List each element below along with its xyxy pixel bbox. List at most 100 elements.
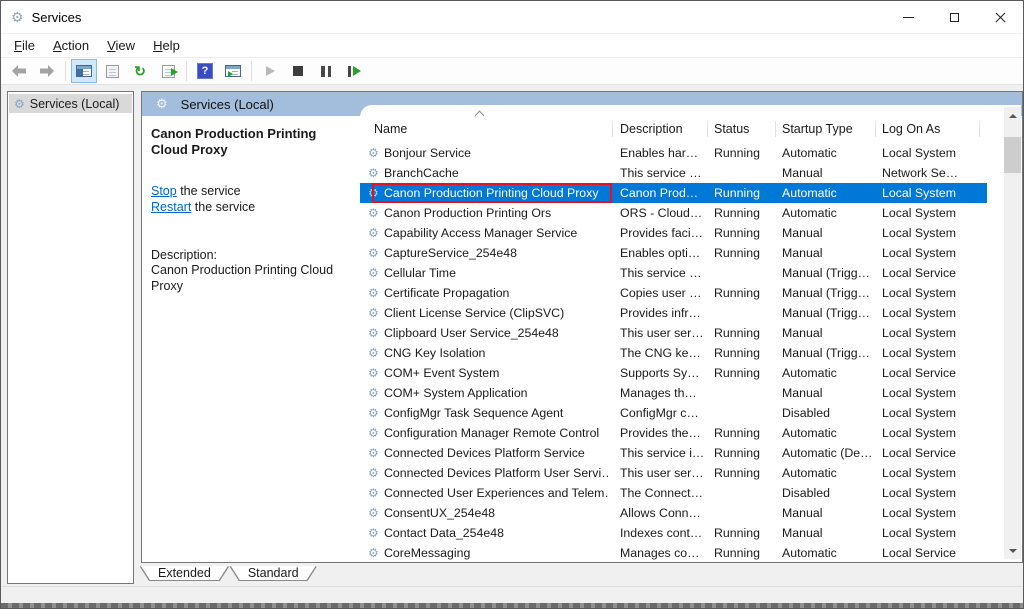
cell-name: Connected User Experiences and Telem…	[384, 483, 610, 503]
cell-status	[714, 263, 776, 283]
table-row[interactable]: ⚙CoreMessagingManages co…RunningAutomati…	[360, 543, 987, 561]
cell-status	[714, 483, 776, 503]
cell-logon: Local System	[882, 203, 985, 223]
cell-status: Running	[714, 183, 776, 203]
stop-service-link[interactable]: Stop	[151, 184, 177, 198]
table-row[interactable]: ⚙Capability Access Manager ServiceProvid…	[360, 223, 987, 243]
table-row[interactable]: ⚙Connected User Experiences and Telem…Th…	[360, 483, 987, 503]
table-row[interactable]: ⚙CNG Key IsolationThe CNG ke…RunningManu…	[360, 343, 987, 363]
table-row[interactable]: ⚙COM+ Event SystemSupports Sy…RunningAut…	[360, 363, 987, 383]
services-app-icon: ⚙	[11, 9, 24, 26]
service-rows: ⚙Bonjour ServiceEnables har…RunningAutom…	[360, 143, 1004, 561]
table-row[interactable]: ⚙Canon Production Printing OrsORS - Clou…	[360, 203, 987, 223]
service-gear-icon: ⚙	[368, 503, 379, 523]
description-text: Canon Production Printing Cloud Proxy	[151, 262, 351, 294]
toolbar-separator	[186, 61, 187, 81]
table-row[interactable]: ⚙Clipboard User Service_254e48This user …	[360, 323, 987, 343]
tab-standard[interactable]: Standard	[231, 566, 316, 580]
show-console-tree-button[interactable]	[71, 59, 97, 83]
cell-name: Client License Service (ClipSVC)	[384, 303, 610, 323]
table-row[interactable]: ⚙CaptureService_254e48Enables opti…Runni…	[360, 243, 987, 263]
col-header-startup-type[interactable]: Startup Type	[782, 122, 853, 136]
export-list-button[interactable]	[155, 59, 181, 83]
restart-service-link[interactable]: Restart	[151, 200, 191, 214]
services-list: Name Description Status Startup Type Log…	[360, 105, 1021, 561]
service-gear-icon: ⚙	[368, 543, 379, 561]
scroll-down-button[interactable]	[1004, 542, 1021, 559]
column-divider[interactable]	[612, 121, 613, 137]
table-row[interactable]: ⚙Canon Production Printing Cloud ProxyCa…	[360, 183, 987, 203]
tree-item-services-local[interactable]: ⚙ Services (Local)	[9, 94, 132, 113]
maximize-button[interactable]	[931, 1, 977, 33]
help-button[interactable]: ?	[192, 59, 218, 83]
properties-button[interactable]	[99, 59, 125, 83]
forward-button[interactable]	[34, 59, 60, 83]
table-row[interactable]: ⚙Connected Devices Platform ServiceThis …	[360, 443, 987, 463]
col-header-status[interactable]: Status	[714, 122, 749, 136]
properties-icon	[106, 65, 119, 78]
close-button[interactable]	[977, 1, 1023, 33]
cell-status	[714, 403, 776, 423]
refresh-button[interactable]: ↻	[127, 59, 153, 83]
tab-extended[interactable]: Extended	[141, 566, 228, 580]
menu-file[interactable]: File	[5, 35, 44, 56]
cell-status: Running	[714, 543, 776, 561]
stop-service-button[interactable]	[285, 59, 311, 83]
service-gear-icon: ⚙	[368, 343, 379, 363]
minimize-button[interactable]	[885, 1, 931, 33]
service-gear-icon: ⚙	[368, 303, 379, 323]
export-list-icon	[162, 65, 175, 78]
table-row[interactable]: ⚙Bonjour ServiceEnables har…RunningAutom…	[360, 143, 987, 163]
cell-logon: Local System	[882, 143, 985, 163]
start-service-button[interactable]	[257, 59, 283, 83]
cell-name: COM+ Event System	[384, 363, 610, 383]
table-row[interactable]: ⚙Contact Data_254e48Indexes cont…Running…	[360, 523, 987, 543]
table-row[interactable]: ⚙BranchCacheThis service …ManualNetwork …	[360, 163, 987, 183]
cell-status	[714, 163, 776, 183]
cell-description: ConfigMgr c…	[620, 403, 712, 423]
service-gear-icon: ⚙	[368, 263, 379, 283]
back-button[interactable]	[6, 59, 32, 83]
list-header: Name Description Status Startup Type Log…	[360, 105, 1004, 143]
cell-logon: Local System	[882, 183, 985, 203]
cell-logon: Local System	[882, 283, 985, 303]
scroll-up-button[interactable]	[1004, 107, 1021, 124]
table-row[interactable]: ⚙Configuration Manager Remote ControlPro…	[360, 423, 987, 443]
column-divider[interactable]	[775, 121, 776, 137]
scrollbar-thumb[interactable]	[1004, 137, 1021, 173]
service-action-line: Stop the service	[151, 184, 352, 200]
table-row[interactable]: ⚙Client License Service (ClipSVC)Provide…	[360, 303, 987, 323]
cell-name: Bonjour Service	[384, 143, 610, 163]
table-row[interactable]: ⚙COM+ System ApplicationManages th…Manua…	[360, 383, 987, 403]
col-header-description[interactable]: Description	[620, 122, 683, 136]
vertical-scrollbar[interactable]	[1004, 107, 1021, 559]
cell-name: Cellular Time	[384, 263, 610, 283]
cell-description: Enables har…	[620, 143, 712, 163]
play-icon	[266, 66, 275, 76]
menu-help[interactable]: Help	[144, 35, 189, 56]
console-tree-icon	[76, 65, 92, 77]
col-header-log-on-as[interactable]: Log On As	[882, 122, 940, 136]
cell-status: Running	[714, 343, 776, 363]
menu-action[interactable]: Action	[44, 35, 98, 56]
cell-status: Running	[714, 243, 776, 263]
restart-service-button[interactable]	[341, 59, 367, 83]
table-row[interactable]: ⚙Cellular TimeThis service …Manual (Trig…	[360, 263, 987, 283]
service-gear-icon: ⚙	[368, 323, 379, 343]
col-header-name[interactable]: Name	[374, 122, 407, 136]
cell-startup: Automatic	[782, 143, 878, 163]
cell-logon: Local System	[882, 303, 985, 323]
table-row[interactable]: ⚙Certificate PropagationCopies user …Run…	[360, 283, 987, 303]
pause-service-button[interactable]	[313, 59, 339, 83]
cell-name: CoreMessaging	[384, 543, 610, 561]
column-divider[interactable]	[707, 121, 708, 137]
show-list-pane-button[interactable]	[220, 59, 246, 83]
column-divider[interactable]	[875, 121, 876, 137]
table-row[interactable]: ⚙Connected Devices Platform User Servi…T…	[360, 463, 987, 483]
table-row[interactable]: ⚙ConfigMgr Task Sequence AgentConfigMgr …	[360, 403, 987, 423]
table-row[interactable]: ⚙ConsentUX_254e48Allows Conn…ManualLocal…	[360, 503, 987, 523]
cell-name: Connected Devices Platform User Servi…	[384, 463, 610, 483]
column-divider[interactable]	[979, 121, 980, 137]
cell-startup: Automatic	[782, 463, 878, 483]
menu-view[interactable]: View	[98, 35, 144, 56]
